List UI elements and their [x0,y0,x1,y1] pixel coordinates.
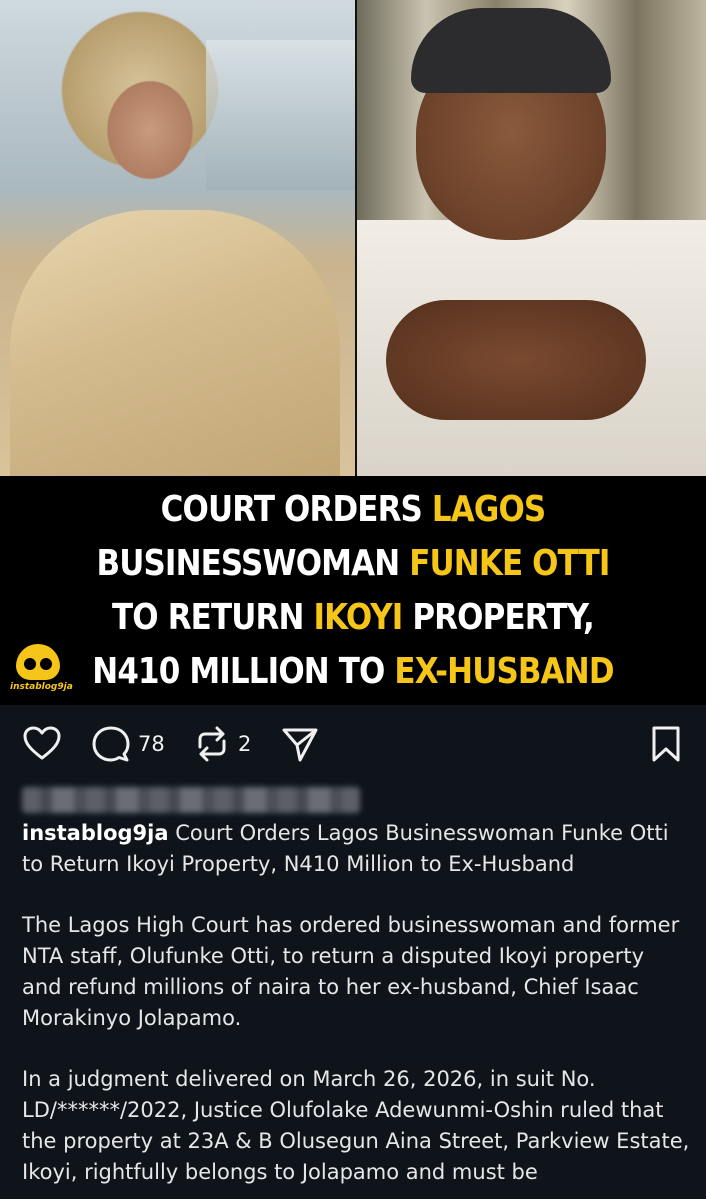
caption-title-paragraph: instablog9ja Court Orders Lagos Business… [22,818,690,880]
repost-count: 2 [238,732,252,756]
comment-count: 78 [138,732,165,756]
headline-line-2: BUSINESSWOMAN FUNKE OTTI [96,537,610,591]
repost-icon [198,726,226,762]
post-caption: instablog9ja Court Orders Lagos Business… [22,818,690,1188]
repost-button[interactable]: 2 [192,725,251,763]
headline-highlight: LAGOS [431,488,546,530]
like-button[interactable] [22,725,62,761]
photo-dress [10,210,340,476]
heart-icon [23,726,61,760]
headline-highlight: IKOYI [313,596,403,638]
headline-line-1: COURT ORDERS LAGOS [160,483,547,537]
caption-paragraph: In a judgment delivered on March 26, 202… [22,1067,690,1184]
comment-button[interactable]: 78 [90,725,165,763]
photo-man [356,0,706,476]
headline-text: BUSINESSWOMAN [96,542,410,584]
action-bar: 78 2 [0,705,706,781]
share-button[interactable] [280,725,320,763]
photo-woman [0,0,356,476]
comment-icon [92,726,130,762]
headline-text: N410 MILLION TO [92,650,395,692]
blurred-likes-text [22,787,360,813]
headline-text: PROPERTY, [402,596,594,638]
instablog9ja-logo: instablog9ja [10,644,73,698]
share-icon [282,728,318,762]
bookmark-button[interactable] [650,725,682,763]
photo-background [206,40,356,190]
logo-text: instablog9ja [10,682,73,692]
post-image[interactable]: COURT ORDERS LAGOS BUSINESSWOMAN FUNKE O… [0,0,706,705]
photo-divider [355,0,357,476]
headline-line-4: N410 MILLION TO EX-HUSBAND [92,645,614,699]
headline-text: COURT ORDERS [160,488,432,530]
image-headline: COURT ORDERS LAGOS BUSINESSWOMAN FUNKE O… [49,476,657,705]
headline-highlight: EX-HUSBAND [394,650,614,692]
headline-line-3: TO RETURN IKOYI PROPERTY, [112,591,595,645]
photo-hands [386,300,646,420]
caption-paragraph: The Lagos High Court has ordered busines… [22,913,680,1030]
bookmark-icon [652,726,680,762]
headline-highlight: FUNKE OTTI [409,542,610,584]
owl-logo-icon [16,644,60,680]
headline-text: TO RETURN [112,596,314,638]
caption-username[interactable]: instablog9ja [22,821,169,845]
photo-cap [411,8,611,93]
